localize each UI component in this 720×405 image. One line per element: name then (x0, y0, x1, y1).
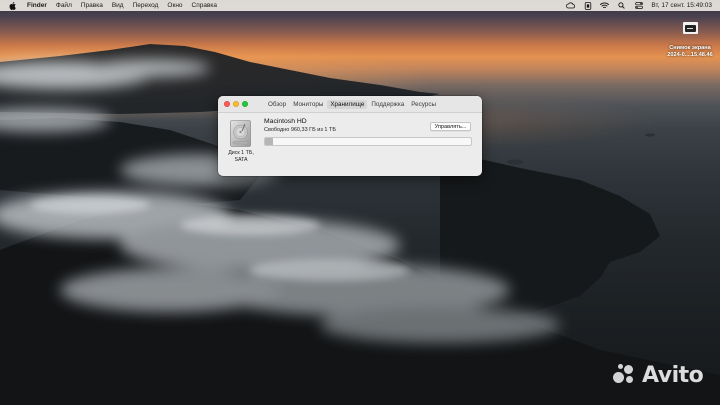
tab-overview[interactable]: Обзор (265, 100, 289, 109)
desktop-file-label-line1: Снимок экрана (669, 45, 711, 51)
menu-go[interactable]: Переход (133, 2, 159, 9)
disk-caption: Диск 1 ТБ, SATA (222, 150, 260, 163)
menu-window[interactable]: Окно (167, 2, 182, 9)
avito-watermark: Avito (612, 362, 704, 388)
menu-finder[interactable]: Finder (27, 2, 47, 9)
tab-bar: Обзор Мониторы Хранилище Поддержка Ресур… (265, 100, 439, 109)
desktop-file-label-line2: 2024-0....15.48.46 (667, 51, 713, 58)
menu-help[interactable]: Справка (192, 2, 218, 9)
creative-cloud-icon[interactable] (566, 2, 576, 10)
desktop-file-screenshot[interactable]: Снимок экрана 2024-0....15.48.46 (660, 22, 720, 58)
wallpaper-landscape (0, 44, 720, 405)
screen-record-icon[interactable] (583, 1, 592, 10)
menubar-clock[interactable]: Вт, 17 сент. 15:49:03 (651, 2, 712, 9)
about-this-mac-window: Обзор Мониторы Хранилище Поддержка Ресур… (218, 96, 482, 176)
status-area: Вт, 17 сент. 15:49:03 (566, 1, 712, 10)
menu-edit[interactable]: Правка (81, 2, 103, 9)
search-icon[interactable] (617, 2, 626, 10)
window-minimize-button[interactable] (233, 101, 239, 107)
hard-drive-icon (230, 120, 251, 147)
disk-caption-line2: SATA (234, 156, 248, 163)
desktop-file-label: Снимок экрана 2024-0....15.48.46 (667, 45, 712, 58)
menu-view[interactable]: Вид (112, 2, 124, 9)
avito-wordmark: Avito (642, 362, 704, 388)
menu-file[interactable]: Файл (56, 2, 72, 9)
volume-name: Macintosh HD (264, 118, 307, 125)
storage-pane: Диск 1 ТБ, SATA Macintosh HD Свободно 96… (218, 113, 482, 176)
window-titlebar[interactable]: Обзор Мониторы Хранилище Поддержка Ресур… (218, 96, 482, 113)
tab-storage[interactable]: Хранилище (327, 100, 368, 109)
menu-bar: Finder Файл Правка Вид Переход Окно Спра… (0, 0, 720, 11)
tab-displays[interactable]: Мониторы (290, 100, 326, 109)
window-close-button[interactable] (224, 101, 230, 107)
storage-used-segment (265, 138, 274, 145)
wifi-icon[interactable] (600, 2, 610, 10)
apple-icon[interactable] (8, 1, 17, 10)
window-zoom-button[interactable] (242, 101, 248, 107)
volume-free-space: Свободно 960,33 ГБ из 1 ТБ (264, 127, 336, 133)
manage-button[interactable]: Управлять... (430, 122, 471, 131)
avito-logo-icon (612, 362, 638, 388)
control-center-icon[interactable] (634, 2, 643, 10)
tab-support[interactable]: Поддержка (368, 100, 407, 109)
tab-resources[interactable]: Ресурсы (408, 100, 439, 109)
storage-usage-bar (264, 137, 472, 146)
screenshot-file-icon (682, 22, 698, 34)
